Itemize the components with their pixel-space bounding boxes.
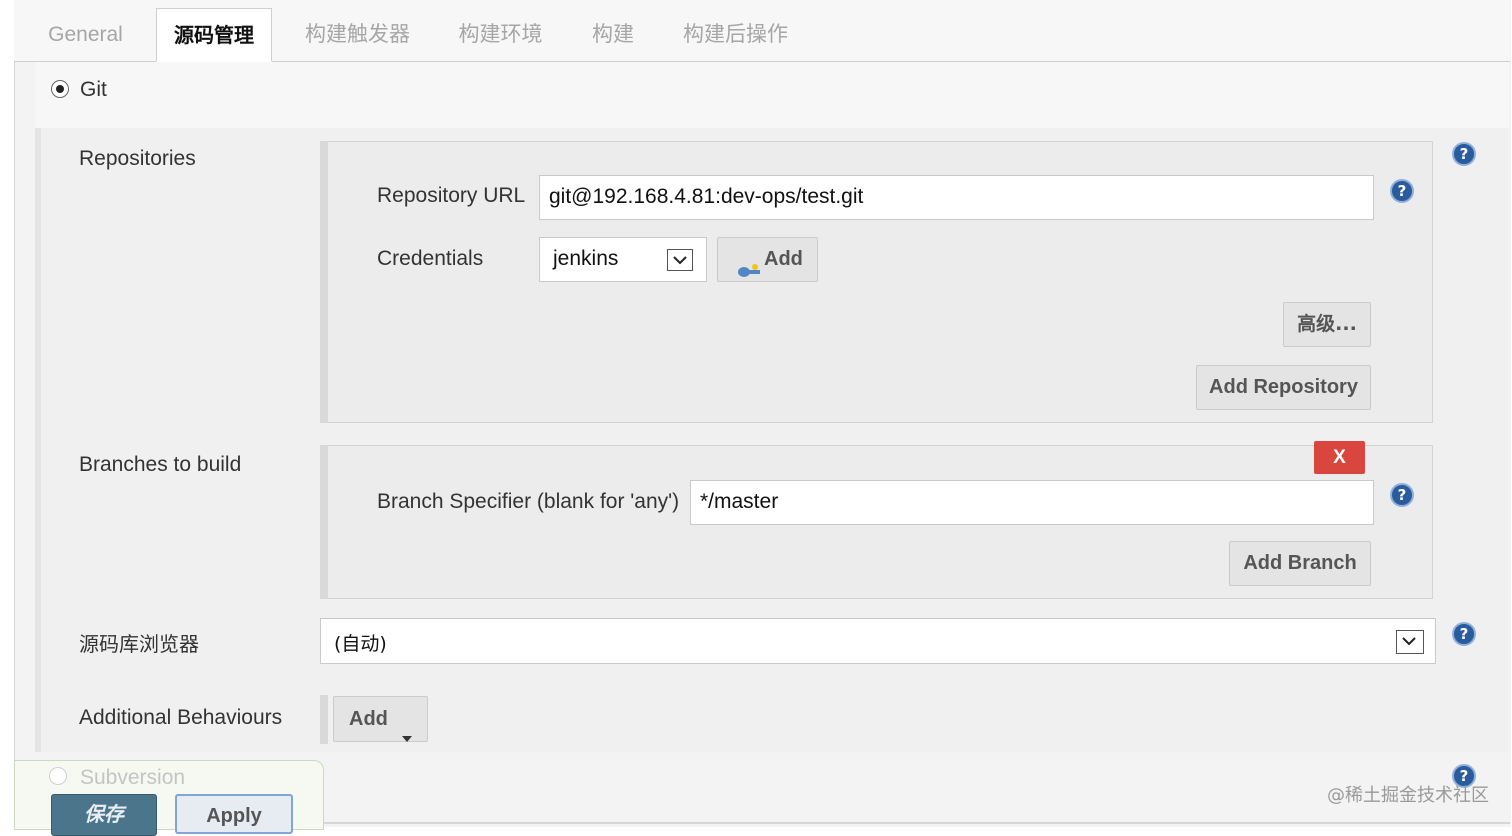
add-credentials-button[interactable]: Add: [717, 237, 818, 282]
branches-to-build-label: Branches to build: [79, 453, 242, 476]
subversion-radio[interactable]: [49, 767, 67, 785]
git-option-row: [35, 62, 1509, 128]
behaviours-divider: [320, 695, 328, 744]
tab-source-code-management[interactable]: 源码管理: [156, 8, 272, 62]
credentials-label: Credentials: [377, 247, 484, 270]
repository-url-label: Repository URL: [377, 184, 526, 207]
repository-url-input[interactable]: git@192.168.4.81:dev-ops/test.git: [539, 175, 1374, 220]
repository-browser-label: 源码库浏览器: [79, 632, 199, 656]
add-credentials-label: Add: [764, 248, 803, 270]
tab-build-triggers[interactable]: 构建触发器: [290, 10, 425, 60]
caret-down-icon: [401, 715, 413, 759]
tab-general[interactable]: General: [28, 10, 143, 60]
git-label: Git: [80, 78, 107, 101]
add-behaviour-button[interactable]: Add: [333, 696, 428, 742]
save-button[interactable]: 保存: [51, 794, 157, 836]
advanced-button[interactable]: 高级...: [1283, 302, 1371, 347]
credentials-select[interactable]: jenkins: [539, 237, 707, 282]
key-icon: [736, 252, 762, 295]
subversion-label: Subversion: [80, 766, 186, 789]
branch-specifier-help-icon[interactable]: ?: [1390, 483, 1414, 507]
repository-browser-help-icon[interactable]: ?: [1452, 622, 1476, 646]
delete-branch-button[interactable]: X: [1314, 441, 1365, 474]
repositories-help-icon[interactable]: ?: [1452, 142, 1476, 166]
apply-button[interactable]: Apply: [175, 794, 293, 834]
branch-specifier-input[interactable]: */master: [690, 480, 1374, 525]
repository-browser-value: (自动): [334, 633, 387, 655]
tab-build[interactable]: 构建: [577, 10, 649, 60]
repository-url-help-icon[interactable]: ?: [1390, 179, 1414, 203]
add-repository-button[interactable]: Add Repository: [1196, 365, 1371, 410]
tab-post-build-actions[interactable]: 构建后操作: [668, 10, 803, 60]
chevron-down-icon: [1396, 630, 1424, 654]
add-behaviour-label: Add: [349, 708, 388, 730]
repositories-label: Repositories: [79, 147, 196, 170]
credentials-select-value: jenkins: [553, 247, 619, 270]
repository-browser-select[interactable]: (自动): [320, 618, 1436, 664]
additional-behaviours-label: Additional Behaviours: [79, 706, 283, 729]
bottom-divider: [324, 822, 1510, 824]
watermark: @稀土掘金技术社区: [1327, 785, 1489, 806]
add-branch-button[interactable]: Add Branch: [1229, 541, 1371, 586]
branch-specifier-label: Branch Specifier (blank for 'any'): [377, 490, 680, 513]
tab-build-environment[interactable]: 构建环境: [443, 10, 558, 60]
chevron-down-icon: [667, 249, 693, 271]
git-radio[interactable]: [51, 80, 69, 98]
